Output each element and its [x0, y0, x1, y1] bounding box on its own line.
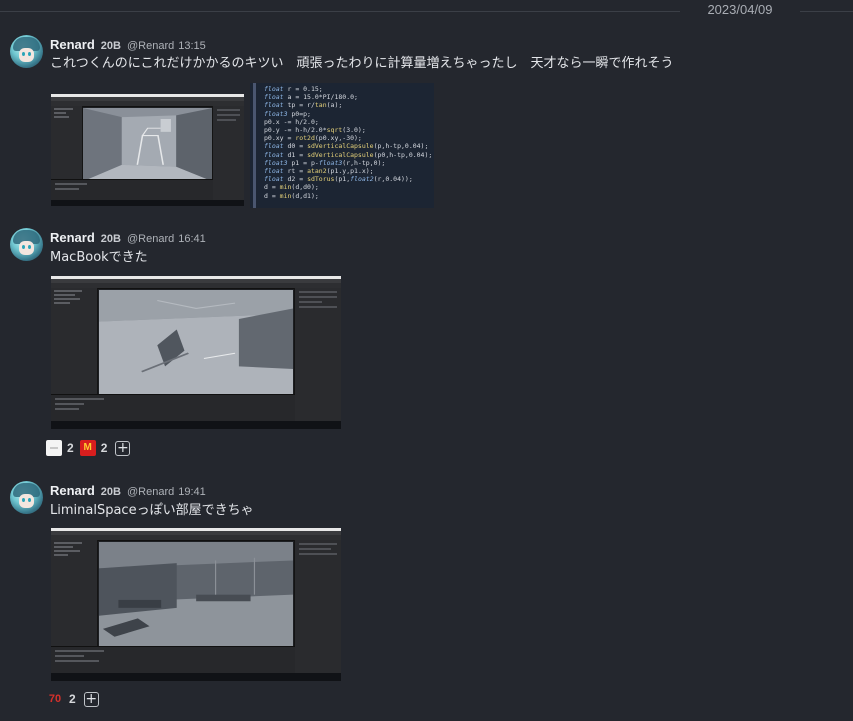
- user-handle: @Renard: [126, 486, 175, 498]
- message-3: Renard 20B @Renard 19:41 LiminalSpaceっぽい部屋で…: [0, 0, 853, 721]
- seventy-emoji-icon: 70: [48, 693, 62, 705]
- message-text: LiminalSpaceっぽい部屋できちゃ: [50, 503, 254, 518]
- message-time[interactable]: 19:41: [178, 486, 206, 498]
- reaction-count: 2: [69, 692, 76, 706]
- avatar[interactable]: [10, 481, 43, 514]
- reaction-button[interactable]: 70 2: [46, 690, 76, 708]
- reaction-bar: 70 2 +: [46, 690, 99, 708]
- user-badge: 20B: [100, 486, 121, 498]
- attachment-image[interactable]: [51, 528, 341, 681]
- author-name[interactable]: Renard: [50, 483, 95, 498]
- add-reaction-button[interactable]: +: [83, 691, 99, 707]
- message-header: Renard 20B @Renard 19:41: [50, 482, 206, 498]
- chat-channel: 2023/04/09 Renard 20B @Renard 13:15 これつくんのに…: [0, 0, 853, 721]
